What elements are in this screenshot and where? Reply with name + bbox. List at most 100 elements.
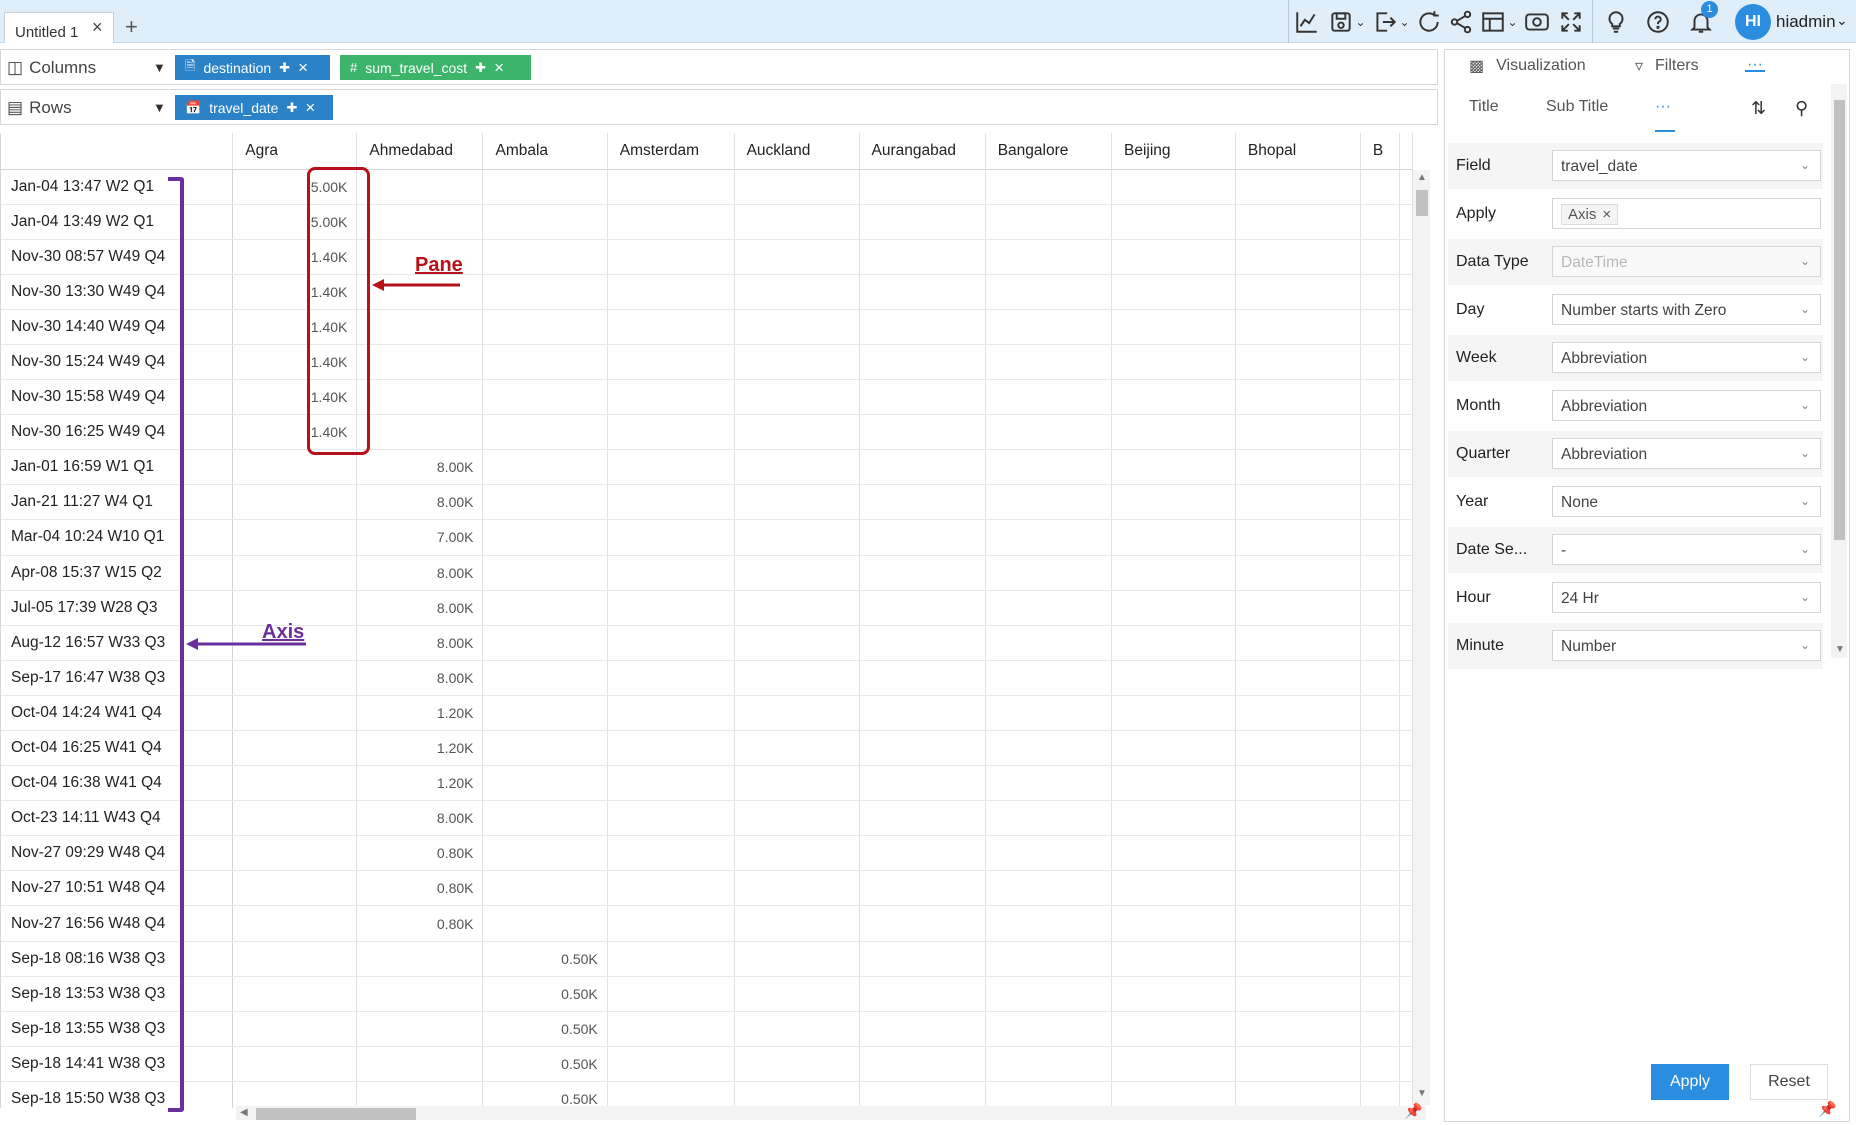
value-cell[interactable] <box>232 976 358 1012</box>
value-cell[interactable] <box>1399 800 1413 837</box>
fullscreen-icon[interactable] <box>1556 8 1586 36</box>
value-cell[interactable] <box>985 800 1113 837</box>
value-cell[interactable] <box>1111 344 1236 381</box>
preview-icon[interactable] <box>1522 8 1552 36</box>
value-cell[interactable] <box>1399 379 1413 416</box>
value-cell[interactable] <box>356 309 484 345</box>
value-cell[interactable] <box>734 1011 860 1047</box>
apply-button[interactable]: Apply <box>1651 1064 1729 1100</box>
property-select[interactable]: Abbreviation ⌄ <box>1552 342 1821 373</box>
row-header[interactable]: Nov-27 10:51 W48 Q4 <box>1 870 234 907</box>
value-cell[interactable] <box>1111 555 1236 591</box>
value-cell[interactable] <box>607 730 735 767</box>
value-cell[interactable] <box>1399 1011 1413 1047</box>
export-icon[interactable]: ⌄ <box>1372 8 1410 36</box>
chart-icon[interactable] <box>1292 8 1322 36</box>
value-cell[interactable] <box>985 870 1113 907</box>
value-cell[interactable] <box>482 239 608 275</box>
value-cell[interactable] <box>734 484 860 521</box>
value-cell[interactable] <box>859 274 986 310</box>
value-cell[interactable]: 0.50K <box>482 1011 608 1047</box>
value-cell[interactable] <box>1360 870 1401 907</box>
value-cell[interactable] <box>1360 765 1401 802</box>
value-cell[interactable] <box>859 870 986 907</box>
column-header[interactable]: Auckland <box>734 133 860 170</box>
value-cell[interactable] <box>356 344 484 381</box>
value-cell[interactable] <box>1360 555 1401 591</box>
value-cell[interactable] <box>1399 344 1413 381</box>
value-cell[interactable] <box>734 344 860 381</box>
value-cell[interactable]: 8.00K <box>356 555 484 591</box>
value-cell[interactable]: 0.80K <box>356 905 484 942</box>
value-cell[interactable] <box>1111 414 1236 451</box>
remove-pill-icon[interactable]: × <box>305 98 315 118</box>
value-cell[interactable] <box>1111 870 1236 907</box>
value-cell[interactable] <box>607 765 735 802</box>
value-cell[interactable] <box>1399 274 1413 310</box>
value-cell[interactable] <box>1360 239 1401 275</box>
save-icon[interactable]: ⌄ <box>1328 8 1366 36</box>
value-cell[interactable] <box>607 660 735 696</box>
value-cell[interactable] <box>232 590 358 626</box>
value-cell[interactable]: 8.00K <box>356 484 484 521</box>
value-cell[interactable] <box>607 870 735 907</box>
value-cell[interactable] <box>985 274 1113 310</box>
move-icon[interactable]: ✚ <box>286 100 297 116</box>
value-cell[interactable] <box>1111 905 1236 942</box>
value-cell[interactable] <box>1360 449 1401 486</box>
value-cell[interactable] <box>985 519 1113 556</box>
value-cell[interactable] <box>607 204 735 240</box>
value-cell[interactable] <box>1235 835 1361 872</box>
value-cell[interactable] <box>1399 941 1413 977</box>
value-cell[interactable] <box>1111 379 1236 416</box>
value-cell[interactable] <box>1235 414 1361 451</box>
value-cell[interactable] <box>1399 870 1413 907</box>
value-cell[interactable] <box>607 484 735 521</box>
value-cell[interactable] <box>985 344 1113 381</box>
share-icon[interactable] <box>1446 8 1476 36</box>
row-header[interactable]: Jul-05 17:39 W28 Q3 <box>1 590 234 626</box>
value-cell[interactable] <box>1235 905 1361 942</box>
value-cell[interactable] <box>985 835 1113 872</box>
value-cell[interactable] <box>1360 800 1401 837</box>
value-cell[interactable] <box>1399 449 1413 486</box>
value-cell[interactable]: 8.00K <box>356 660 484 696</box>
value-cell[interactable] <box>859 905 986 942</box>
refresh-icon[interactable] <box>1414 8 1444 36</box>
value-cell[interactable] <box>859 590 986 626</box>
value-cell[interactable] <box>1111 169 1236 205</box>
value-cell[interactable] <box>734 590 860 626</box>
close-tab-icon[interactable]: × <box>92 18 103 36</box>
value-cell[interactable] <box>1360 1081 1401 1108</box>
value-cell[interactable]: 0.50K <box>482 1081 608 1108</box>
value-cell[interactable]: 8.00K <box>356 449 484 486</box>
value-cell[interactable] <box>985 976 1113 1012</box>
value-cell[interactable] <box>1235 555 1361 591</box>
value-cell[interactable] <box>1111 765 1236 802</box>
value-cell[interactable] <box>985 765 1113 802</box>
move-icon[interactable]: ✚ <box>279 60 290 76</box>
value-cell[interactable] <box>1399 905 1413 942</box>
row-header[interactable]: Sep-18 13:55 W38 Q3 <box>1 1011 234 1047</box>
value-cell[interactable] <box>482 835 608 872</box>
value-cell[interactable] <box>1235 765 1361 802</box>
value-cell[interactable] <box>482 169 608 205</box>
value-cell[interactable] <box>1360 660 1401 696</box>
value-cell[interactable] <box>482 274 608 310</box>
value-cell[interactable] <box>1111 449 1236 486</box>
sort-icon[interactable]: ⇅ <box>1751 98 1766 119</box>
value-cell[interactable] <box>985 484 1113 521</box>
value-cell[interactable] <box>607 414 735 451</box>
value-cell[interactable]: 0.50K <box>482 941 608 977</box>
value-cell[interactable] <box>1399 835 1413 872</box>
row-header[interactable]: Nov-30 15:24 W49 Q4 <box>1 344 234 381</box>
column-header[interactable]: Ambala <box>482 133 608 170</box>
value-cell[interactable] <box>1235 660 1361 696</box>
value-cell[interactable] <box>1111 625 1236 661</box>
value-cell[interactable] <box>985 309 1113 345</box>
value-cell[interactable] <box>232 695 358 732</box>
value-cell[interactable] <box>1360 484 1401 521</box>
value-cell[interactable] <box>1235 239 1361 275</box>
row-header[interactable]: Nov-27 09:29 W48 Q4 <box>1 835 234 872</box>
value-cell[interactable] <box>1235 309 1361 345</box>
